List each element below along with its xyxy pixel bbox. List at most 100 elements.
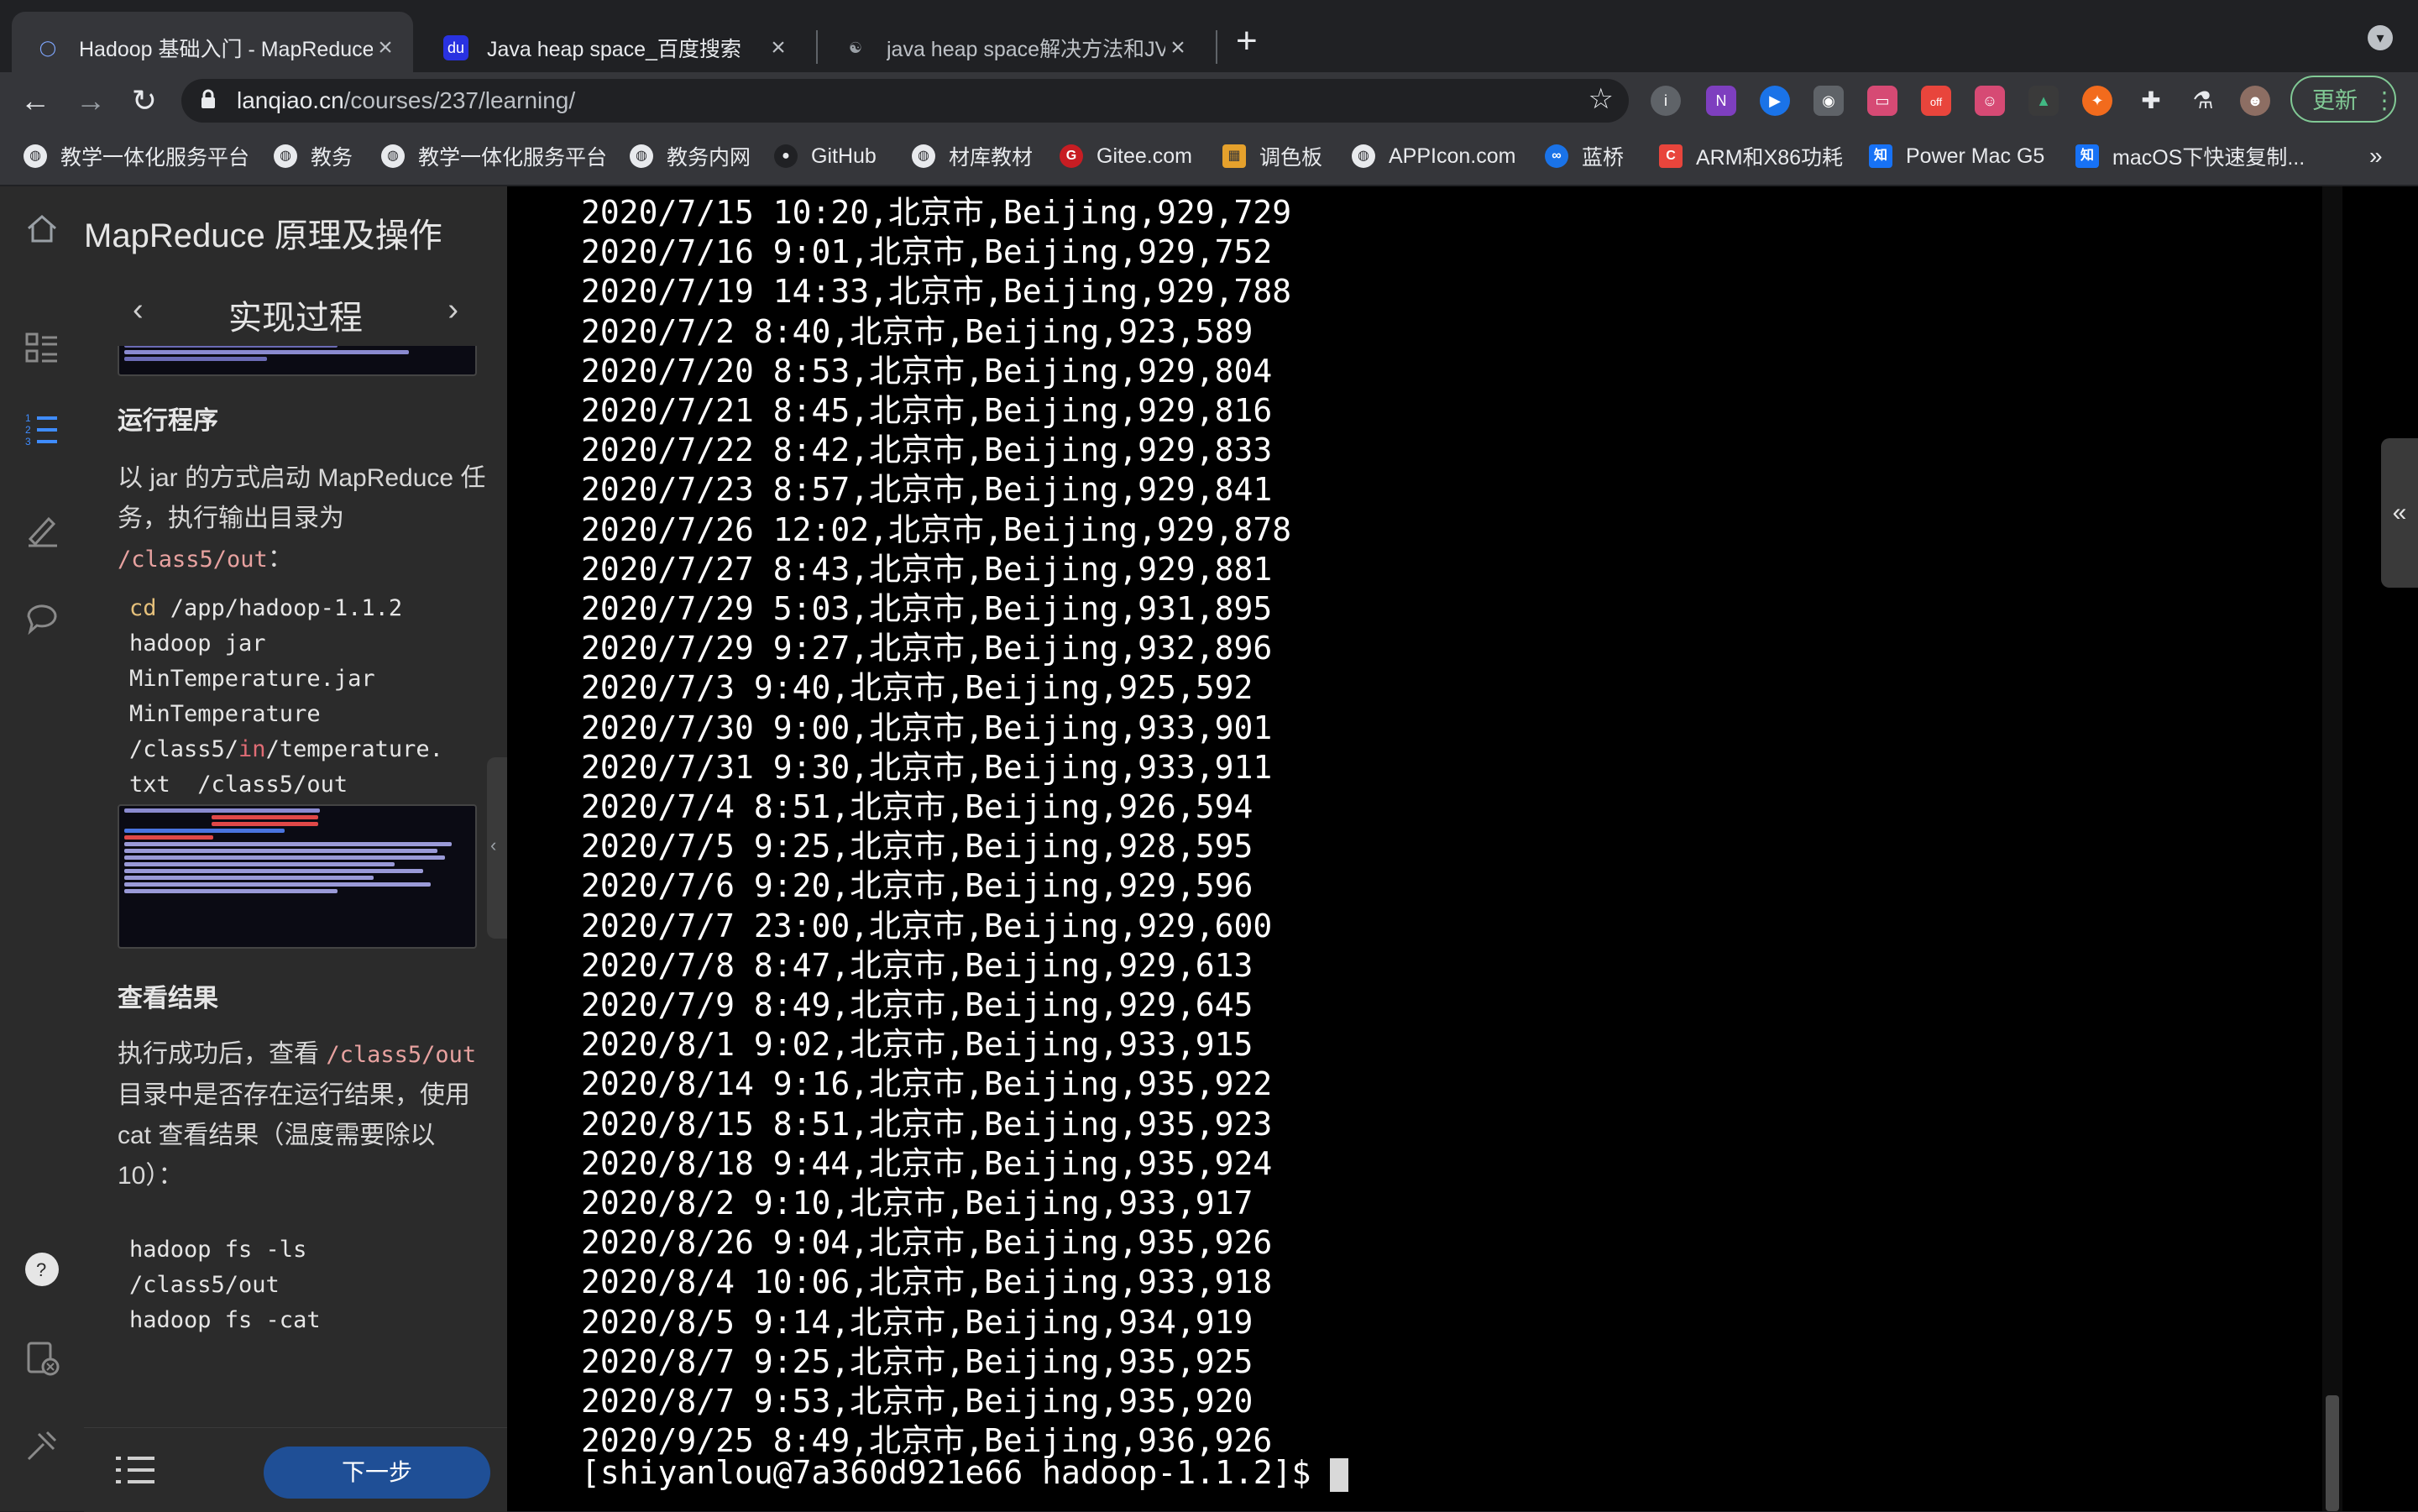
bookmark-item[interactable]: ◍ 教学一体化服务平台 (381, 139, 607, 173)
site-icon: ☯ (848, 39, 863, 56)
home-icon[interactable] (24, 210, 60, 247)
reload-icon[interactable]: ↻ (126, 82, 163, 119)
bilibili-icon[interactable]: ▭ (1867, 86, 1897, 116)
extension-owl-icon[interactable]: ◉ (1814, 86, 1844, 116)
run-paragraph: 以 jar 的方式启动 MapReduce 任务，执行输出目录为 /class5… (118, 464, 486, 573)
terminal-cursor (1330, 1457, 1349, 1492)
lanqiao-icon: ∞ (1545, 144, 1568, 168)
new-tab-icon[interactable]: + (1236, 20, 1258, 62)
csdn-icon: C (1659, 144, 1683, 168)
address-bar[interactable]: lanqiao.cn/courses/237/learning/ ☆ (181, 79, 1629, 123)
forward-icon[interactable]: → (72, 82, 109, 119)
expand-panel-button[interactable]: « (2381, 438, 2418, 588)
chevron-left-icon: ‹ (490, 834, 497, 855)
svg-text:2: 2 (25, 424, 31, 436)
close-icon[interactable]: × (1165, 34, 1191, 62)
catalog-icon[interactable] (24, 329, 60, 366)
github-icon: ● (774, 144, 798, 168)
tab-separator (1216, 30, 1217, 64)
svg-text:1: 1 (25, 412, 31, 424)
heading-result: 查看结果 (118, 985, 218, 1012)
bookmark-item[interactable]: ∞ 蓝桥 (1545, 139, 1624, 173)
next-step-button[interactable]: 下一步 (264, 1447, 490, 1499)
gitee-icon: G (1060, 144, 1083, 168)
globe-icon: ◍ (24, 144, 47, 168)
app-area: MapReduce 原理及操作 123 ? ‹ 实现过程 › 运行程序 以 ja… (0, 186, 2418, 1512)
url-text: lanqiao.cn/courses/237/learning/ (237, 87, 576, 113)
vue-devtools-icon[interactable]: ▲ (2028, 86, 2059, 116)
lesson-panel: ‹ 实现过程 › 运行程序 以 jar 的方式启动 MapReduce 任务，执… (84, 277, 507, 1512)
bookmarks-overflow-icon[interactable]: » (2369, 143, 2383, 170)
globe-icon: ◍ (1352, 144, 1375, 168)
list-menu-icon[interactable] (114, 1453, 156, 1487)
globe-icon: ◍ (912, 144, 935, 168)
bookmark-star-icon[interactable]: ☆ (1588, 82, 1614, 116)
back-icon[interactable]: ← (17, 82, 54, 119)
menu-dots-icon[interactable]: ⋮ (2369, 86, 2400, 116)
bookmark-item[interactable]: ▦ 调色板 (1222, 139, 1322, 173)
palette-icon: ▦ (1222, 144, 1246, 168)
inline-code: /class5/out (118, 547, 268, 573)
section-nav: ‹ 实现过程 › (84, 277, 507, 346)
svg-text:3: 3 (25, 436, 31, 447)
course-header: MapReduce 原理及操作 (0, 186, 507, 278)
terminal-prompt: [shiyanlou@7a360d921e66 hadoop-1.1.2]$ (581, 1454, 1349, 1492)
chevron-right-icon[interactable]: › (447, 292, 458, 328)
ext-orange-icon[interactable]: ✦ (2082, 86, 2112, 116)
bookmark-item[interactable]: ◍ 教学一体化服务平台 (24, 139, 249, 173)
cat-ext-icon[interactable]: ☺ (1975, 86, 2005, 116)
extensions-puzzle-icon[interactable]: ✚ (2136, 86, 2166, 116)
close-icon[interactable]: × (766, 34, 791, 62)
baidu-icon: du (443, 35, 468, 60)
onenote-icon[interactable]: N (1706, 86, 1736, 116)
steps-list-icon[interactable]: 123 (24, 411, 60, 448)
bookmark-item[interactable]: C ARM和X86功耗 (1659, 139, 1843, 173)
tab-title: Java heap space_百度搜索 (487, 38, 741, 61)
bookmark-item[interactable]: ◍ 教务内网 (630, 139, 751, 173)
section-title: 实现过程 (228, 300, 363, 337)
tab-title: java heap space解决方法和JVM (887, 38, 1165, 61)
comments-icon[interactable] (24, 599, 60, 636)
bookmark-item[interactable]: ◍ 材库教材 (912, 139, 1033, 173)
screenshot-image-run (118, 804, 477, 949)
info-icon[interactable]: i (1651, 86, 1681, 116)
globe-icon: ◍ (274, 144, 297, 168)
inline-code: /class5/out (326, 1042, 477, 1068)
terminal[interactable]: 2020/7/15 10:20,北京市,Beijing,929,729 2020/… (509, 186, 2322, 1511)
avatar[interactable]: ☻ (2240, 86, 2270, 116)
bookmark-item[interactable]: ◍ APPIcon.com (1352, 139, 1515, 173)
lock-icon (202, 89, 215, 108)
scrollbar-thumb[interactable] (2326, 1395, 2339, 1511)
bookmark-item[interactable]: 知 macOS下快速复制... (2075, 139, 2305, 173)
tab-title: Hadoop 基础入门 - MapReduce (79, 38, 373, 61)
player-icon[interactable]: ▶ (1760, 86, 1790, 116)
lesson-content: 运行程序 以 jar 的方式启动 MapReduce 任务，执行输出目录为 /c… (84, 346, 507, 1427)
bookmark-item[interactable]: ◍ 教务 (274, 139, 353, 173)
tab-strip: ◯ Hadoop 基础入门 - MapReduce × du Java heap… (0, 0, 2418, 84)
bookmarks-bar: ◍ 教学一体化服务平台 ◍ 教务 ◍ 教学一体化服务平台 ◍ 教务内网 ● GitHub … (0, 129, 2418, 186)
notes-pen-icon[interactable] (24, 510, 60, 547)
tools-icon[interactable] (24, 1427, 60, 1464)
tab-search-icon[interactable]: ▾ (2368, 25, 2393, 50)
bookmark-item[interactable]: 知 Power Mac G5 (1869, 139, 2044, 173)
zhihu-icon: 知 (1869, 144, 1892, 168)
lesson-bottom-bar: 下一步 (84, 1427, 507, 1512)
screenshot-image-top (118, 346, 477, 376)
calendar-ext-icon[interactable]: off (1921, 86, 1951, 116)
globe-icon: ◍ (381, 144, 405, 168)
heading-run: 运行程序 (118, 407, 218, 435)
course-title: MapReduce 原理及操作 (84, 217, 442, 254)
terminal-scrollbar[interactable] (2322, 186, 2342, 1511)
close-icon[interactable]: × (373, 34, 398, 62)
browser-toolbar: ← → ↻ lanqiao.cn/courses/237/learning/ ☆… (0, 72, 2418, 129)
bookmark-item[interactable]: G Gitee.com (1060, 139, 1192, 173)
code-block-result[interactable]: hadoop fs -ls /class5/out hadoop fs -cat (118, 1222, 487, 1348)
result-paragraph: 执行成功后，查看 /class5/out 目录中是否存在运行结果，使用 cat … (118, 1040, 477, 1190)
help-icon[interactable]: ? (24, 1251, 60, 1288)
report-icon[interactable] (24, 1340, 60, 1377)
labs-flask-icon[interactable]: ⚗ (2188, 86, 2218, 116)
zhihu-icon: 知 (2075, 144, 2099, 168)
code-block-run[interactable]: cd /app/hadoop-1.1.2 hadoop jar MinTempe… (118, 581, 487, 813)
svg-text:?: ? (36, 1259, 46, 1280)
bookmark-item[interactable]: ● GitHub (774, 139, 877, 173)
